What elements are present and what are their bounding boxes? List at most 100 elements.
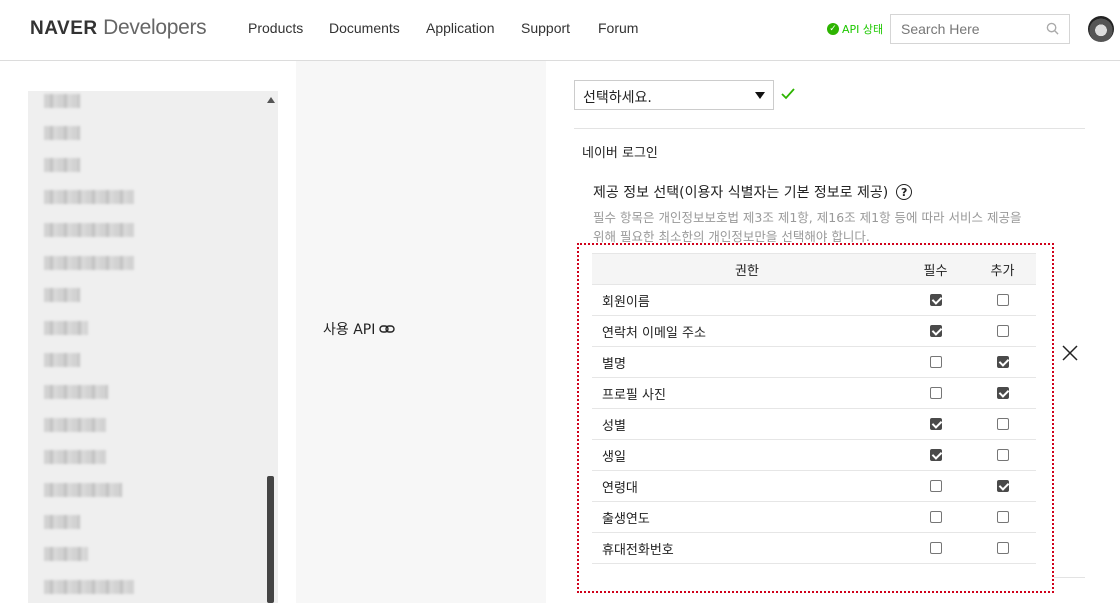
required-checkbox[interactable] — [929, 294, 942, 306]
user-avatar[interactable] — [1088, 16, 1114, 42]
additional-checkbox[interactable] — [996, 480, 1009, 492]
table-row: 별명 — [592, 346, 1036, 378]
permission-name: 출생연도 — [592, 501, 902, 533]
sidebar-item[interactable] — [44, 256, 134, 270]
status-check-icon: ✓ — [827, 23, 839, 35]
sidebar-item[interactable] — [44, 126, 80, 140]
nav-documents[interactable]: Documents — [329, 20, 400, 36]
additional-cell — [969, 470, 1036, 502]
required-checkbox[interactable] — [929, 387, 942, 399]
api-status-label: API 상태 — [842, 23, 884, 36]
required-checkbox[interactable] — [929, 356, 942, 368]
column-header-required: 필수 — [902, 253, 969, 285]
required-checkbox[interactable] — [929, 449, 942, 461]
required-cell — [902, 346, 969, 378]
additional-cell — [969, 377, 1036, 409]
scroll-up-arrow-icon[interactable] — [267, 97, 275, 103]
permission-name: 연령대 — [592, 470, 902, 502]
help-icon[interactable]: ? — [896, 184, 913, 200]
additional-checkbox[interactable] — [996, 294, 1009, 306]
sidebar-item[interactable] — [44, 418, 106, 432]
sidebar-scrollbar[interactable] — [264, 91, 278, 603]
column-header-permission: 권한 — [592, 253, 902, 285]
permission-name: 연락처 이메일 주소 — [592, 315, 902, 347]
permission-table: 권한 필수 추가 회원이름 연락처 이메일 주소 별명 프로필 사진 성별 생일 연령대 출생… — [592, 253, 1036, 564]
additional-checkbox[interactable] — [996, 387, 1009, 399]
additional-cell — [969, 501, 1036, 533]
info-selection-title: 제공 정보 선택(이용자 식별자는 기본 정보로 제공) ? — [593, 182, 913, 202]
logo-light-text: Developers — [103, 16, 207, 39]
additional-checkbox[interactable] — [996, 449, 1009, 461]
section-title: 네이버 로그인 — [582, 146, 658, 161]
required-cell — [902, 284, 969, 316]
required-cell — [902, 532, 969, 564]
nav-support[interactable]: Support — [521, 20, 570, 36]
sidebar-item[interactable] — [44, 483, 122, 497]
column-header-additional: 추가 — [969, 253, 1036, 285]
required-cell — [902, 439, 969, 471]
top-header: NAVER Developers Products Documents Appl… — [0, 0, 1120, 61]
table-header-row: 권한 필수 추가 — [592, 253, 1036, 285]
additional-checkbox[interactable] — [996, 325, 1009, 337]
table-row: 성별 — [592, 408, 1036, 440]
nav-forum[interactable]: Forum — [598, 20, 638, 36]
table-row: 연령대 — [592, 470, 1036, 502]
additional-checkbox[interactable] — [996, 542, 1009, 554]
required-checkbox[interactable] — [929, 542, 942, 554]
section-divider — [1054, 577, 1085, 578]
api-status-link[interactable]: ✓ API 상태 — [827, 21, 883, 37]
sidebar-item[interactable] — [44, 450, 106, 464]
permission-name: 별명 — [592, 346, 902, 378]
additional-cell — [969, 408, 1036, 440]
sidebar-item[interactable] — [44, 353, 80, 367]
permission-name: 생일 — [592, 439, 902, 471]
use-api-text: 사용 API — [323, 322, 376, 338]
search-input[interactable] — [891, 15, 1031, 43]
api-select-dropdown[interactable]: 선택하세요. — [574, 80, 774, 110]
search-icon[interactable] — [1046, 22, 1059, 35]
sidebar-item[interactable] — [44, 94, 80, 108]
select-value: 선택하세요. — [583, 90, 652, 106]
nav-application[interactable]: Application — [426, 20, 495, 36]
sidebar-item[interactable] — [44, 190, 134, 204]
logo-bold-text: NAVER — [30, 18, 98, 39]
required-checkbox[interactable] — [929, 480, 942, 492]
sidebar-item[interactable] — [44, 385, 108, 399]
additional-cell — [969, 346, 1036, 378]
additional-cell — [969, 532, 1036, 564]
required-cell — [902, 315, 969, 347]
required-cell — [902, 377, 969, 409]
link-icon[interactable] — [379, 324, 396, 334]
sidebar-item[interactable] — [44, 547, 88, 561]
scroll-thumb[interactable] — [267, 476, 274, 603]
table-row: 프로필 사진 — [592, 377, 1036, 409]
additional-checkbox[interactable] — [996, 356, 1009, 368]
required-cell — [902, 501, 969, 533]
close-icon[interactable] — [1061, 344, 1079, 362]
table-row: 출생연도 — [592, 501, 1036, 533]
additional-cell — [969, 284, 1036, 316]
required-checkbox[interactable] — [929, 325, 942, 337]
use-api-label: 사용 API — [323, 319, 396, 339]
additional-checkbox[interactable] — [996, 418, 1009, 430]
sidebar-item[interactable] — [44, 580, 134, 594]
required-cell — [902, 470, 969, 502]
additional-cell — [969, 315, 1036, 347]
sidebar-item[interactable] — [44, 515, 80, 529]
info-description: 필수 항목은 개인정보보호법 제3조 제1항, 제16조 제1항 등에 따라 서… — [593, 210, 1022, 244]
naver-developers-logo[interactable]: NAVER Developers — [30, 16, 207, 40]
nav-products[interactable]: Products — [248, 20, 303, 36]
sidebar-item[interactable] — [44, 288, 80, 302]
table-row: 휴대전화번호 — [592, 532, 1036, 564]
required-cell — [902, 408, 969, 440]
section-divider — [574, 128, 1085, 129]
sidebar-item[interactable] — [44, 158, 80, 172]
required-checkbox[interactable] — [929, 418, 942, 430]
sidebar-item[interactable] — [44, 321, 88, 335]
permission-name: 프로필 사진 — [592, 377, 902, 409]
sidebar-item[interactable] — [44, 223, 134, 237]
additional-checkbox[interactable] — [996, 511, 1009, 523]
additional-cell — [969, 439, 1036, 471]
required-checkbox[interactable] — [929, 511, 942, 523]
permission-name: 회원이름 — [592, 284, 902, 316]
